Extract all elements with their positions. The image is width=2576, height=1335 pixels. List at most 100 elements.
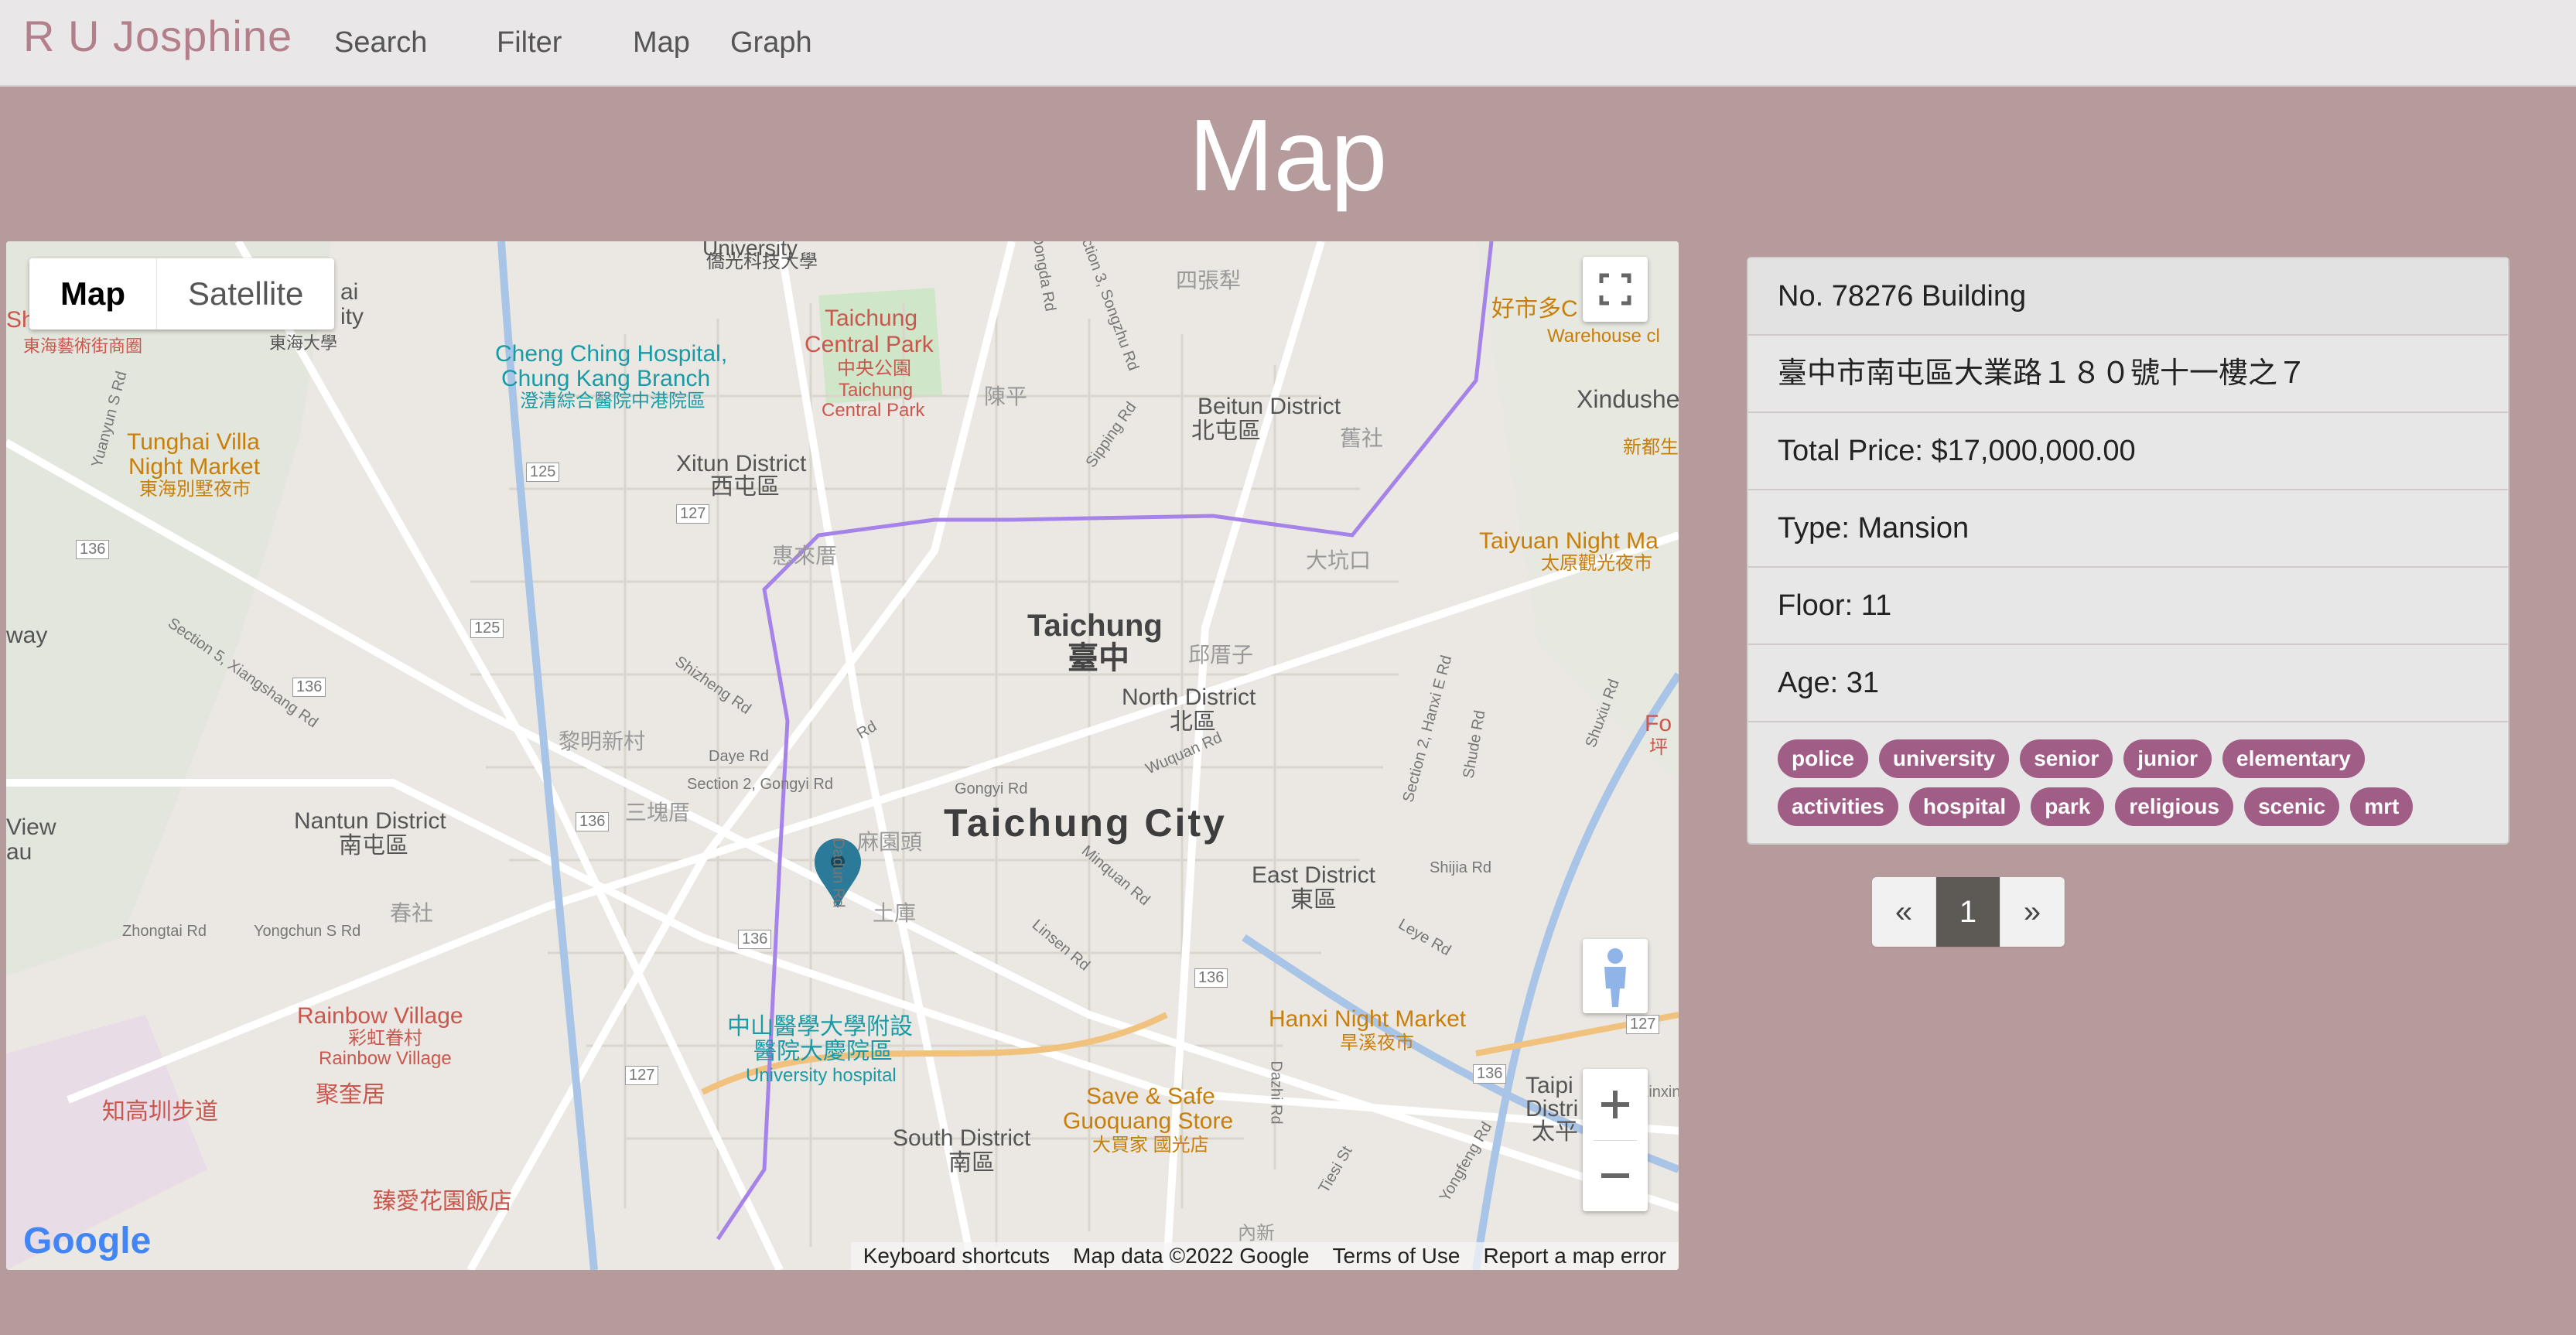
road-label: Shijia Rd: [1430, 859, 1492, 876]
map-label: 南屯區: [339, 833, 408, 859]
map-label: Cheng Ching Hospital,: [495, 341, 728, 367]
map-label: 澄清綜合醫院中港院區: [520, 391, 705, 411]
map-label: Tunghai Villa: [127, 429, 260, 455]
tag-badge[interactable]: park: [2031, 787, 2105, 826]
map-label: 知高圳步道: [102, 1099, 218, 1125]
tag-badge[interactable]: mrt: [2350, 787, 2414, 826]
map-label: Night Market: [128, 454, 261, 480]
tag-badge[interactable]: junior: [2123, 739, 2212, 778]
map-label: 南區: [948, 1150, 995, 1176]
street-view-pegman-button[interactable]: [1583, 939, 1648, 1013]
route-number: 136: [76, 540, 110, 559]
pagination: « 1 »: [1872, 877, 2065, 947]
tag-badge[interactable]: police: [1778, 739, 1868, 778]
fullscreen-icon: [1599, 273, 1631, 306]
tag-badge[interactable]: hospital: [1908, 787, 2021, 826]
map-data-text: Map data ©2022 Google: [1073, 1244, 1310, 1268]
terms-of-use-link[interactable]: Terms of Use: [1333, 1244, 1461, 1268]
map-label: 彩虹眷村: [348, 1028, 422, 1049]
route-number: 127: [1626, 1015, 1660, 1034]
map-label: 好市多C: [1491, 296, 1578, 322]
nav-link-search[interactable]: Search: [334, 26, 427, 60]
nav-link-graph[interactable]: Graph: [730, 26, 812, 60]
zoom-in-button[interactable]: [1583, 1069, 1648, 1140]
tag-badge[interactable]: scenic: [2244, 787, 2340, 826]
map-label: Central Park: [805, 332, 934, 357]
map-label: 中山醫學大學附設: [727, 1014, 913, 1040]
map-label: Distri: [1525, 1096, 1579, 1122]
address: 臺中市南屯區大業路１８０號十一樓之７: [1748, 336, 2508, 413]
map-view[interactable]: University 僑光科技大學 Cheng Ching Hospital, …: [6, 241, 1679, 1270]
route-number: 125: [470, 619, 504, 638]
road-label: Section 2, Gongyi Rd: [687, 776, 833, 793]
map-label: 舊社: [1340, 426, 1384, 450]
navbar: R U Josphine Search Filter Map Graph: [0, 0, 2576, 87]
road-label: Dazhi Rd: [1267, 1060, 1285, 1125]
map-label: Taipi: [1525, 1073, 1573, 1098]
google-logo: Google: [23, 1221, 152, 1262]
map-label: 臻愛花園飯店: [373, 1189, 512, 1214]
route-number: 136: [738, 930, 772, 949]
map-label: Taiyuan Night Ma: [1479, 528, 1659, 554]
tag-list: police university senior junior elementa…: [1748, 722, 2508, 826]
map-label: Hanxi Night Market: [1269, 1006, 1467, 1032]
map-type-satellite-button[interactable]: Satellite: [157, 258, 334, 329]
property-type: Type: Mansion: [1748, 490, 2508, 568]
nav-link-map[interactable]: Map: [633, 26, 690, 60]
brand-logo[interactable]: R U Josphine: [23, 11, 292, 61]
pagination-prev-button[interactable]: «: [1872, 877, 1936, 947]
keyboard-shortcuts-link[interactable]: Keyboard shortcuts: [863, 1244, 1050, 1268]
map-label: 北屯區: [1191, 418, 1261, 444]
map-attribution-bar: Keyboard shortcuts Map data ©2022 Google…: [850, 1242, 1679, 1270]
map-label: 東海大學: [269, 333, 338, 353]
map-label: University hospital: [746, 1065, 897, 1086]
map-label: Taichung: [839, 380, 914, 401]
property-card: No. 78276 Building 臺中市南屯區大業路１８０號十一樓之７ To…: [1747, 257, 2509, 845]
tag-badge[interactable]: elementary: [2222, 739, 2365, 778]
map-label: Nantun District: [294, 808, 446, 834]
map-label: au: [6, 839, 32, 865]
fullscreen-button[interactable]: [1583, 257, 1648, 322]
map-label: North District: [1122, 685, 1256, 710]
route-number: 136: [1473, 1064, 1507, 1084]
map-label: Central Park: [822, 400, 925, 421]
map-label: 西屯區: [710, 474, 780, 500]
map-label: Taichung City: [944, 801, 1227, 845]
nav-link-filter[interactable]: Filter: [497, 26, 562, 60]
map-label: 北區: [1170, 709, 1216, 735]
route-number: 136: [576, 812, 610, 831]
route-number: 127: [676, 504, 710, 524]
tag-badge[interactable]: university: [1878, 739, 2010, 778]
map-label: 三塊厝: [625, 801, 691, 825]
map-label: Warehouse cl: [1547, 326, 1660, 347]
map-label: 坪: [1649, 737, 1668, 758]
report-map-error-link[interactable]: Report a map error: [1483, 1244, 1666, 1268]
total-price: Total Price: $17,000,000.00: [1748, 413, 2508, 490]
map-label: 黎明新村: [559, 729, 646, 753]
route-number: 125: [526, 463, 560, 482]
route-number: 127: [625, 1066, 659, 1085]
map-label: Xindushe: [1577, 385, 1679, 413]
map-label: Chung Kang Branch: [501, 366, 711, 391]
map-label: 中央公園: [837, 358, 911, 379]
map-type-control: Map Satellite: [29, 258, 335, 329]
tag-badge[interactable]: activities: [1778, 787, 1898, 826]
minus-icon: [1601, 1173, 1629, 1178]
pagination-next-button[interactable]: »: [2000, 877, 2065, 947]
map-label: ity: [340, 304, 364, 329]
map-label: ai: [340, 279, 359, 305]
map-label: 麻園頭: [857, 830, 923, 854]
map-label: 僑光科技大學: [706, 251, 818, 272]
pegman-icon: [1604, 948, 1626, 1007]
pagination-page-1[interactable]: 1: [1936, 877, 2000, 947]
map-label: 土庫: [873, 901, 917, 925]
zoom-out-button[interactable]: [1583, 1140, 1648, 1211]
road-label: Dadun Rd: [829, 838, 847, 908]
map-label: 邱厝子: [1188, 643, 1254, 667]
map-type-map-button[interactable]: Map: [29, 258, 157, 329]
tag-badge[interactable]: religious: [2115, 787, 2234, 826]
map-label: View: [6, 814, 56, 840]
map-label: Rainbow Village: [297, 1003, 463, 1029]
age: Age: 31: [1748, 645, 2508, 722]
tag-badge[interactable]: senior: [2020, 739, 2113, 778]
